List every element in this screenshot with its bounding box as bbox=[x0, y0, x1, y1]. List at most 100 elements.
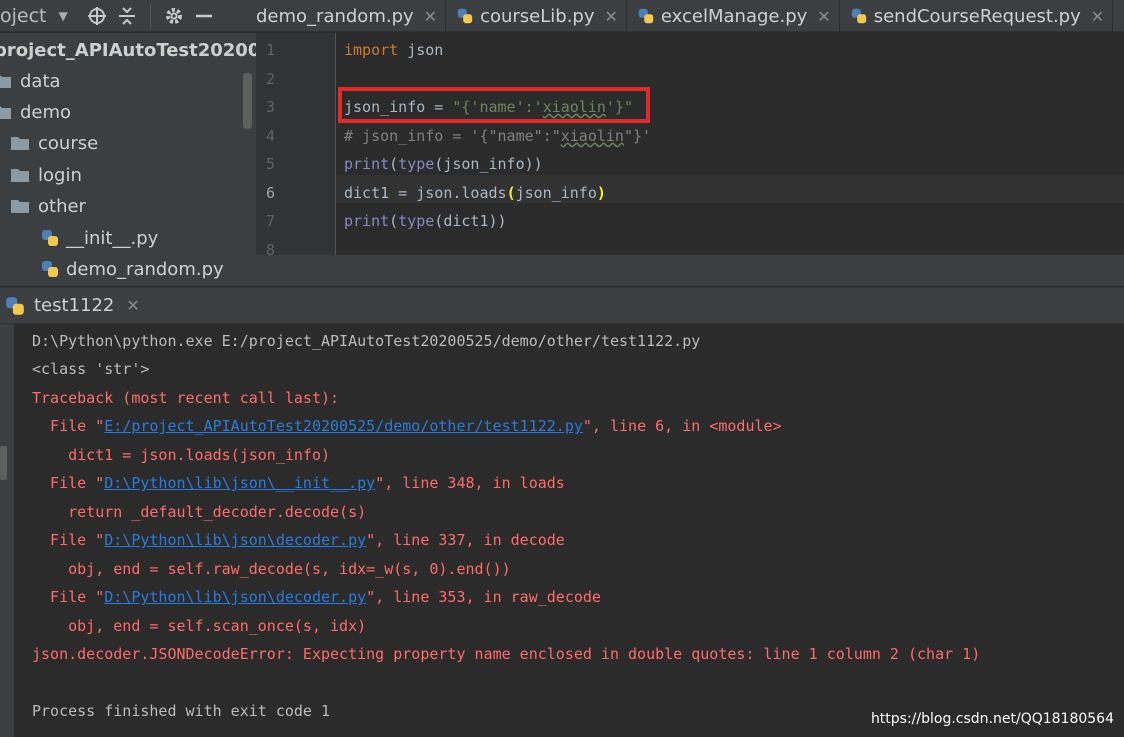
tree-item-label: login bbox=[38, 164, 82, 186]
project-tree: project_APIAutoTest20200525 data demo co… bbox=[0, 33, 256, 286]
editor-footer bbox=[256, 255, 1124, 286]
console-text: File " bbox=[32, 417, 105, 435]
console-frame-2: File "D:\Python\lib\json\__init__.py", l… bbox=[32, 474, 565, 492]
builtin: print bbox=[344, 155, 390, 173]
gear-icon[interactable] bbox=[159, 1, 189, 31]
close-icon[interactable]: ✕ bbox=[817, 7, 830, 26]
run-console[interactable]: D:\Python\python.exe E:/project_APIAutoT… bbox=[14, 324, 1124, 737]
tree-root[interactable]: project_APIAutoTest20200525 bbox=[0, 35, 256, 65]
line-number: 4 bbox=[266, 127, 276, 145]
console-text: ", line 348, in loads bbox=[375, 474, 565, 492]
builtin: print bbox=[344, 212, 390, 230]
code-line-6: dict1 = json.loads(json_info) bbox=[344, 184, 606, 202]
tree-item-course[interactable]: course bbox=[10, 128, 98, 158]
tree-item-demo-random-py[interactable]: demo_random.py bbox=[40, 254, 224, 284]
console-code-3: obj, end = self.raw_decode(s, idx=_w(s, … bbox=[32, 560, 511, 578]
tree-item-login[interactable]: login bbox=[10, 160, 82, 190]
run-tab-label[interactable]: test1122 bbox=[34, 295, 114, 316]
line-number: 2 bbox=[266, 70, 276, 88]
project-pane-title[interactable]: oject bbox=[0, 5, 47, 27]
tab-label: courseLib.py bbox=[480, 5, 595, 27]
code-line-4: # json_info = '{"name":"xiaolin"}' bbox=[344, 127, 651, 145]
console-code-4: obj, end = self.scan_once(s, idx) bbox=[32, 617, 367, 635]
line-number-gutter: 1 2 3 4 5 6 7 8 bbox=[256, 33, 336, 259]
python-icon bbox=[638, 8, 654, 24]
comment: xiaolin bbox=[560, 127, 624, 145]
tree-item-label: data bbox=[20, 70, 61, 92]
crosshair-icon[interactable] bbox=[82, 1, 112, 31]
console-code-1: dict1 = json.loads(json_info) bbox=[32, 446, 331, 464]
run-tool-window-header: test1122 ✕ bbox=[0, 287, 1124, 324]
minimize-icon[interactable] bbox=[189, 1, 219, 31]
triangle-down-icon[interactable]: ▼ bbox=[59, 9, 68, 23]
editor-tab-bar: demo_random.py ✕ courseLib.py ✕ excelMan… bbox=[256, 0, 1124, 32]
folder-icon bbox=[11, 137, 29, 150]
python-icon bbox=[6, 296, 24, 315]
file-link[interactable]: E:/project_APIAutoTest20200525/demo/othe… bbox=[104, 417, 583, 435]
console-text: File " bbox=[32, 588, 105, 606]
python-icon bbox=[42, 230, 58, 246]
console-text: ", line 337, in decode bbox=[366, 531, 565, 549]
console-traceback: Traceback (most recent call last): bbox=[32, 389, 340, 407]
console-error-message: json.decoder.JSONDecodeError: Expecting … bbox=[32, 645, 981, 663]
file-link[interactable]: D:\Python\lib\json\__init__.py bbox=[104, 474, 375, 492]
tree-item-other[interactable]: other bbox=[10, 191, 86, 221]
console-command: D:\Python\python.exe E:/project_APIAutoT… bbox=[32, 332, 701, 350]
tab-excel-manage[interactable]: excelManage.py ✕ bbox=[627, 0, 840, 32]
code-line-7: print(type(dict1)) bbox=[344, 212, 507, 230]
file-link[interactable]: D:\Python\lib\json\decoder.py bbox=[104, 588, 366, 606]
line-number: 7 bbox=[266, 212, 276, 230]
code-editor[interactable]: import json json_info = "{'name':'xiaoli… bbox=[336, 33, 1124, 255]
console-text: File " bbox=[32, 531, 105, 549]
watermark: https://blog.csdn.net/QQ18180564 bbox=[870, 711, 1114, 727]
tab-label: excelManage.py bbox=[660, 5, 808, 27]
builtin: type bbox=[398, 155, 435, 173]
tab-label: demo_random.py bbox=[256, 5, 414, 27]
tree-item-label: demo bbox=[20, 101, 72, 123]
python-icon bbox=[457, 8, 473, 24]
project-pane-header: oject ▼ bbox=[0, 0, 256, 32]
console-scroll-marker[interactable] bbox=[0, 446, 7, 480]
code-line-1: import json bbox=[344, 41, 443, 59]
console-frame-4: File "D:\Python\lib\json\decoder.py", li… bbox=[32, 588, 601, 606]
tab-send-course-request[interactable]: sendCourseRequest.py ✕ bbox=[840, 0, 1114, 32]
matched-paren: ( bbox=[506, 184, 516, 202]
line-number: 5 bbox=[266, 155, 276, 173]
python-icon bbox=[851, 8, 866, 24]
close-icon[interactable]: ✕ bbox=[126, 296, 139, 315]
folder-icon bbox=[0, 75, 11, 88]
tree-item-label: __init__.py bbox=[66, 227, 159, 249]
code-text: ( bbox=[389, 155, 399, 173]
console-code-2: return _default_decoder.decode(s) bbox=[32, 503, 367, 521]
code-text: json_info bbox=[515, 184, 597, 202]
close-icon[interactable]: ✕ bbox=[1091, 7, 1104, 26]
collapse-icon[interactable] bbox=[112, 1, 142, 31]
comment: # json_info = '{"name":" bbox=[344, 127, 561, 145]
folder-icon bbox=[0, 106, 11, 119]
file-link[interactable]: D:\Python\lib\json\decoder.py bbox=[104, 531, 366, 549]
tree-item-data[interactable]: data bbox=[0, 66, 61, 96]
tab-course-lib[interactable]: courseLib.py ✕ bbox=[446, 0, 627, 32]
console-text: ", line 353, in raw_decode bbox=[366, 588, 601, 606]
line-number: 1 bbox=[266, 41, 276, 59]
line-number: 3 bbox=[266, 98, 276, 116]
console-exit-status: Process finished with exit code 1 bbox=[32, 702, 331, 720]
close-icon[interactable]: ✕ bbox=[424, 7, 437, 26]
folder-icon bbox=[11, 169, 29, 182]
python-icon bbox=[42, 261, 58, 277]
tab-demo-random[interactable]: demo_random.py ✕ bbox=[256, 0, 447, 32]
console-text: ", line 6, in <module> bbox=[582, 417, 782, 435]
tree-scrollbar[interactable] bbox=[243, 73, 252, 129]
tree-root-label: project_APIAutoTest20200525 bbox=[0, 39, 256, 61]
folder-icon bbox=[11, 200, 29, 213]
close-icon[interactable]: ✕ bbox=[605, 7, 618, 26]
tree-item-init-py[interactable]: __init__.py bbox=[40, 223, 158, 253]
console-text: File " bbox=[32, 474, 105, 492]
tree-item-label: other bbox=[38, 195, 86, 217]
code-line-5: print(type(json_info)) bbox=[344, 155, 543, 173]
code-text: dict1 = json.loads bbox=[344, 184, 507, 202]
keyword: import bbox=[344, 41, 399, 59]
matched-paren: ) bbox=[596, 184, 606, 202]
console-output: <class 'str'> bbox=[32, 360, 150, 378]
tree-item-demo[interactable]: demo bbox=[0, 97, 71, 127]
